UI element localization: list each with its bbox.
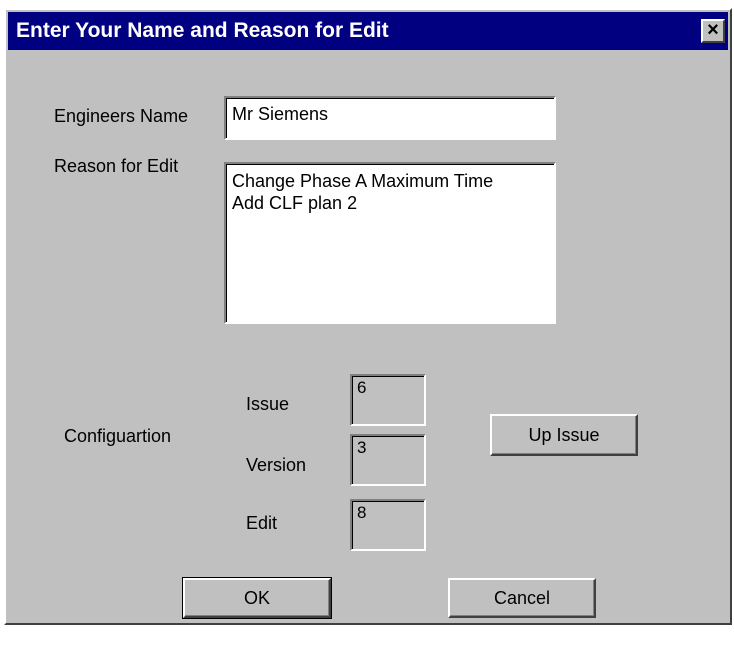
- reason-for-edit-label: Reason for Edit: [54, 156, 179, 176]
- ok-button[interactable]: OK: [182, 577, 332, 619]
- engineers-name-input[interactable]: Mr Siemens: [224, 96, 556, 140]
- issue-value-field: 6: [350, 374, 426, 426]
- dialog-title: Enter Your Name and Reason for Edit: [16, 19, 389, 42]
- cancel-button[interactable]: Cancel: [448, 578, 596, 618]
- edit-value-field: 8: [350, 499, 426, 551]
- close-button[interactable]: ×: [701, 19, 725, 43]
- edit-label: Edit: [246, 513, 278, 533]
- issue-label: Issue: [246, 394, 290, 414]
- engineers-name-label: Engineers Name: [54, 106, 189, 126]
- title-bar: Enter Your Name and Reason for Edit ×: [8, 12, 728, 50]
- close-icon: ×: [707, 19, 719, 41]
- configuration-label: Configuartion: [64, 426, 172, 446]
- reason-for-edit-textarea[interactable]: Change Phase A Maximum Time Add CLF plan…: [224, 162, 556, 324]
- version-value-field: 3: [350, 434, 426, 486]
- edit-reason-dialog: Enter Your Name and Reason for Edit × En…: [4, 8, 732, 625]
- up-issue-button[interactable]: Up Issue: [490, 414, 638, 456]
- version-label: Version: [246, 455, 307, 475]
